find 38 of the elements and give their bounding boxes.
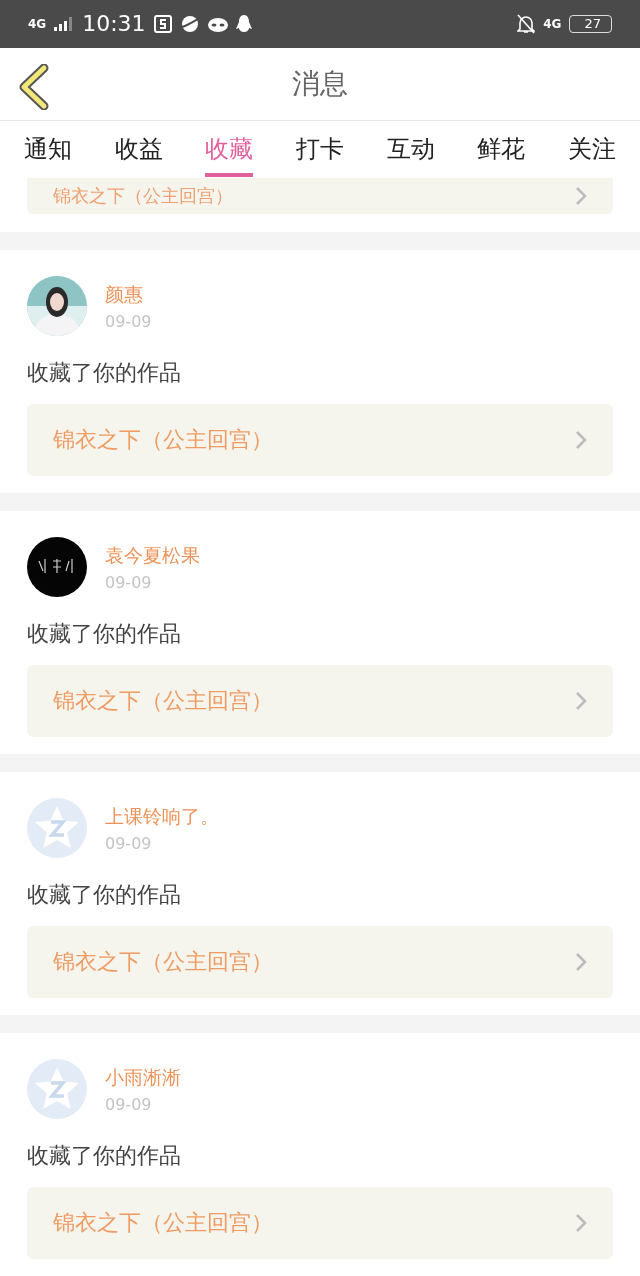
bell-off-icon bbox=[517, 13, 536, 34]
default-avatar-icon bbox=[27, 798, 87, 858]
tab[interactable]: 打卡 bbox=[295, 124, 344, 177]
user-name[interactable]: 颜惠 bbox=[105, 281, 152, 308]
chevron-right-icon bbox=[575, 1213, 587, 1233]
message-date: 09-09 bbox=[105, 1094, 153, 1114]
tab[interactable]: 通知 bbox=[24, 124, 72, 177]
clock-time: 10:31 bbox=[82, 11, 146, 37]
chevron-right-icon bbox=[575, 430, 587, 450]
tab[interactable]: 互动 bbox=[386, 124, 435, 177]
message-text: 收藏了你的作品 bbox=[27, 620, 182, 648]
work-link[interactable]: 锦衣之下（公主回宫） bbox=[27, 665, 613, 737]
message-date: 09-09 bbox=[105, 833, 153, 853]
chevron-right-icon bbox=[575, 691, 587, 711]
penguin-icon bbox=[235, 14, 252, 33]
network-label: 4G bbox=[28, 16, 47, 31]
battery-level: 27 bbox=[569, 14, 612, 33]
message-text: 收藏了你的作品 bbox=[27, 359, 182, 387]
work-link[interactable]: 锦衣之下（公主回宫） bbox=[27, 926, 613, 998]
default-avatar-icon bbox=[27, 1059, 87, 1119]
tab[interactable]: 关注 bbox=[567, 124, 616, 177]
tab[interactable]: 收益 bbox=[114, 124, 163, 177]
network-label: 4G bbox=[543, 16, 562, 31]
page-title: 消息 bbox=[292, 65, 348, 102]
message-text: 收藏了你的作品 bbox=[27, 881, 182, 909]
chevron-right-icon bbox=[575, 952, 587, 972]
user-name[interactable]: 上课铃响了。 bbox=[105, 803, 219, 830]
user-name[interactable]: 小雨淅淅 bbox=[105, 1064, 181, 1091]
work-link[interactable]: 锦衣之下（公主回宫） bbox=[27, 178, 613, 214]
work-link[interactable]: 锦衣之下（公主回宫） bbox=[27, 404, 613, 476]
user-name[interactable]: 袁今夏松果 bbox=[105, 542, 200, 569]
message-text: 收藏了你的作品 bbox=[27, 1142, 182, 1170]
message-date: 09-09 bbox=[105, 311, 152, 331]
signal-icon bbox=[54, 16, 75, 31]
chevron-right-icon bbox=[575, 186, 587, 206]
message-date: 09-09 bbox=[105, 572, 153, 592]
work-link[interactable]: 锦衣之下（公主回宫） bbox=[27, 1187, 613, 1259]
tab[interactable]: 鲜花 bbox=[477, 124, 526, 177]
